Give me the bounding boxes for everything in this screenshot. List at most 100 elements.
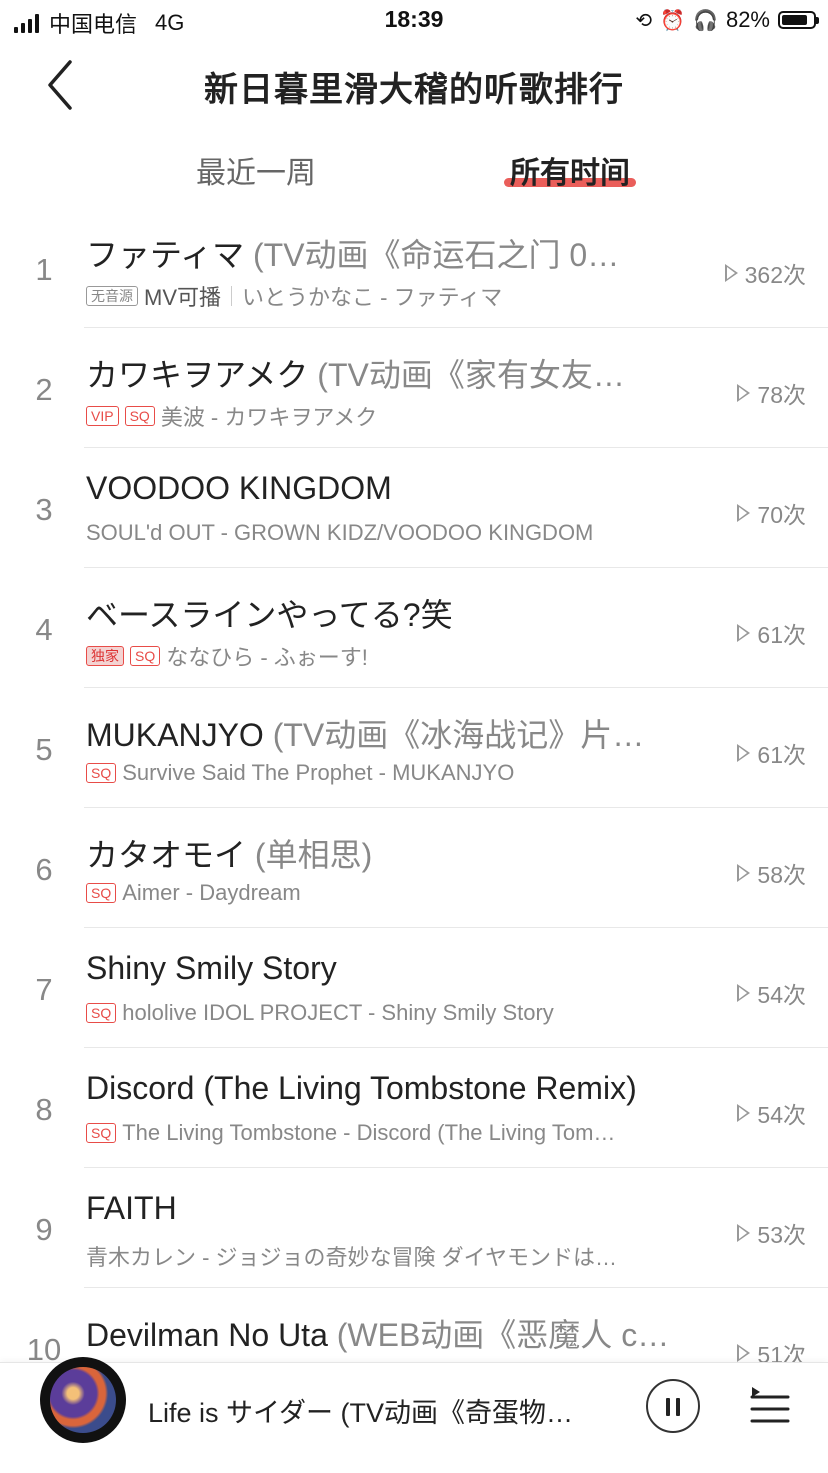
song-title-line: Shiny Smily Story <box>86 950 686 987</box>
song-title-line: Devilman No Uta (WEB动画《恶魔人 c… <box>86 1310 686 1356</box>
play-count: 70次 <box>737 496 806 530</box>
song-title-line: ベースラインやってる?笑 <box>86 590 686 636</box>
play-icon <box>737 1104 751 1122</box>
song-subtitle-line: VIP SQ 美波 - カワキヲアメク <box>86 400 696 432</box>
song-title: ベースラインやってる?笑 <box>86 597 453 633</box>
song-rank: 8 <box>35 1092 53 1127</box>
quality-badge: VIP <box>86 406 119 426</box>
quality-badge: 独家 <box>86 646 124 666</box>
battery-level <box>782 15 807 25</box>
play-count-value: 54次 <box>757 982 806 1008</box>
play-count: 78次 <box>737 376 806 410</box>
song-row[interactable]: 7 Shiny Smily Story SQ hololive IDOL PROJEC… <box>0 928 828 1048</box>
play-count: 61次 <box>737 736 806 770</box>
song-ranking-list: 1 ファティマ (TV动画《命运石之门 0… 无音源 MV可播 いとうかなこ - ファテ… <box>0 208 828 1408</box>
playlist-icon <box>750 1387 790 1423</box>
play-count-value: 70次 <box>757 502 806 528</box>
play-count-value: 78次 <box>757 382 806 408</box>
song-row[interactable]: 9 FAITH 青木カレン - ジョジョの奇妙な冒険 ダイヤモンドは… 53次 <box>0 1168 828 1288</box>
page-title: 新日暮里滑大稽的听歌排行 <box>204 71 624 109</box>
song-rank: 3 <box>35 492 53 527</box>
play-icon <box>724 264 738 282</box>
tab-all-time[interactable]: 所有时间 <box>510 148 630 192</box>
song-title: FAITH <box>86 1190 177 1226</box>
song-row[interactable]: 5 MUKANJYO (TV动画《冰海战记》片… SQ Survive Said Th… <box>0 688 828 808</box>
play-icon <box>737 864 751 882</box>
song-artist-album: Survive Said The Prophet - MUKANJYO <box>122 760 515 785</box>
quality-badge: SQ <box>124 406 155 426</box>
song-title: Shiny Smily Story <box>86 950 337 986</box>
mv-available-label[interactable]: MV可播 <box>144 280 221 312</box>
song-rank: 1 <box>35 252 53 287</box>
song-alias: (单相思) <box>254 837 373 873</box>
song-artist-album: 美波 - カワキヲアメク <box>160 405 378 430</box>
status-right: ⟲ ⏰ 🎧 82% <box>635 7 819 33</box>
song-subtitle-line: SOUL'd OUT - GROWN KIDZ/VOODOO KINGDOM <box>86 520 696 546</box>
tab-label: 所有时间 <box>510 157 630 190</box>
tab-recent-week[interactable]: 最近一周 <box>196 148 316 192</box>
song-subtitle-line: SQ hololive IDOL PROJECT - Shiny Smily St… <box>86 1000 696 1026</box>
song-subtitle-line: 无音源 MV可播 いとうかなこ - ファティマ <box>86 280 696 312</box>
song-artist-album: hololive IDOL PROJECT - Shiny Smily Stor… <box>122 1000 554 1025</box>
album-art[interactable] <box>40 1357 126 1443</box>
song-alias: (TV动画《冰海战记》片… <box>272 717 645 753</box>
play-count: 58次 <box>737 856 806 890</box>
play-icon <box>737 1344 751 1362</box>
play-count-value: 58次 <box>757 862 806 888</box>
song-subtitle-line: 独家 SQ ななひら - ふぉーす! <box>86 640 696 672</box>
separator <box>231 286 233 306</box>
pause-button[interactable] <box>646 1379 700 1433</box>
song-title-line: ファティマ (TV动画《命运石之门 0… <box>86 230 686 276</box>
tab-label: 最近一周 <box>196 157 316 190</box>
song-subtitle-line: SQ Aimer - Daydream <box>86 880 696 906</box>
play-icon <box>737 984 751 1002</box>
song-title: カタオモイ <box>86 837 247 873</box>
song-title: ファティマ <box>86 237 245 273</box>
song-artist-album: いとうかなこ - ファティマ <box>242 285 503 310</box>
song-row[interactable]: 6 カタオモイ (单相思) SQ Aimer - Daydream 58次 <box>0 808 828 928</box>
song-artist-album: The Living Tombstone - Discord (The Livi… <box>122 1120 616 1145</box>
play-count: 53次 <box>737 1216 806 1250</box>
song-title: カワキヲアメク <box>86 357 309 393</box>
song-alias: (TV动画《家有女友… <box>317 357 625 393</box>
play-icon <box>737 1224 751 1242</box>
song-title: Devilman No Uta <box>86 1317 328 1353</box>
song-row[interactable]: 3 VOODOO KINGDOM SOUL'd OUT - GROWN KIDZ/V… <box>0 448 828 568</box>
play-icon <box>737 384 751 402</box>
quality-badge: SQ <box>86 763 117 783</box>
song-title-line: Discord (The Living Tombstone Remix) <box>86 1070 686 1107</box>
song-rank: 5 <box>35 732 53 767</box>
song-title-line: VOODOO KINGDOM <box>86 470 686 507</box>
song-subtitle-line: SQ Survive Said The Prophet - MUKANJYO <box>86 760 696 786</box>
quality-badge: SQ <box>130 646 161 666</box>
nav-bar: 新日暮里滑大稽的听歌排行 <box>0 42 828 128</box>
play-count-value: 53次 <box>757 1222 806 1248</box>
song-alias: (TV动画《命运石之门 0… <box>252 237 620 273</box>
now-playing-title[interactable]: Life is サイダー (TV动画《奇蛋物… <box>148 1391 608 1430</box>
song-rank: 4 <box>35 612 53 647</box>
mini-player: Life is サイダー (TV动画《奇蛋物… <box>0 1357 828 1473</box>
song-rank: 9 <box>35 1212 53 1247</box>
play-count-value: 61次 <box>757 742 806 768</box>
quality-badge: SQ <box>86 883 117 903</box>
play-count-value: 362次 <box>744 262 806 288</box>
battery-icon <box>778 11 819 29</box>
song-title: VOODOO KINGDOM <box>86 470 392 506</box>
play-count: 54次 <box>737 976 806 1010</box>
playlist-button[interactable] <box>748 1385 792 1429</box>
orientation-lock-icon: ⟲ <box>635 9 653 32</box>
song-title: Discord (The Living Tombstone Remix) <box>86 1070 637 1106</box>
play-count: 362次 <box>724 256 806 290</box>
song-row[interactable]: 1 ファティマ (TV动画《命运石之门 0… 无音源 MV可播 いとうかなこ - ファテ… <box>0 208 828 328</box>
song-title-line: FAITH <box>86 1190 686 1227</box>
song-row[interactable]: 2 カワキヲアメク (TV动画《家有女友… VIP SQ 美波 - カワキヲアメク 78次 <box>0 328 828 448</box>
song-row[interactable]: 4 ベースラインやってる?笑 独家 SQ ななひら - ふぉーす! 61次 <box>0 568 828 688</box>
play-icon <box>737 624 751 642</box>
song-title-line: カタオモイ (单相思) <box>86 830 686 876</box>
play-icon <box>737 504 751 522</box>
song-rank: 6 <box>35 852 53 887</box>
status-bar: 中国电信 4G 18:39 ⟲ ⏰ 🎧 82% <box>0 0 828 42</box>
song-rank: 2 <box>35 372 53 407</box>
song-title-line: MUKANJYO (TV动画《冰海战记》片… <box>86 710 686 756</box>
song-row[interactable]: 8 Discord (The Living Tombstone Remix) SQ T… <box>0 1048 828 1168</box>
